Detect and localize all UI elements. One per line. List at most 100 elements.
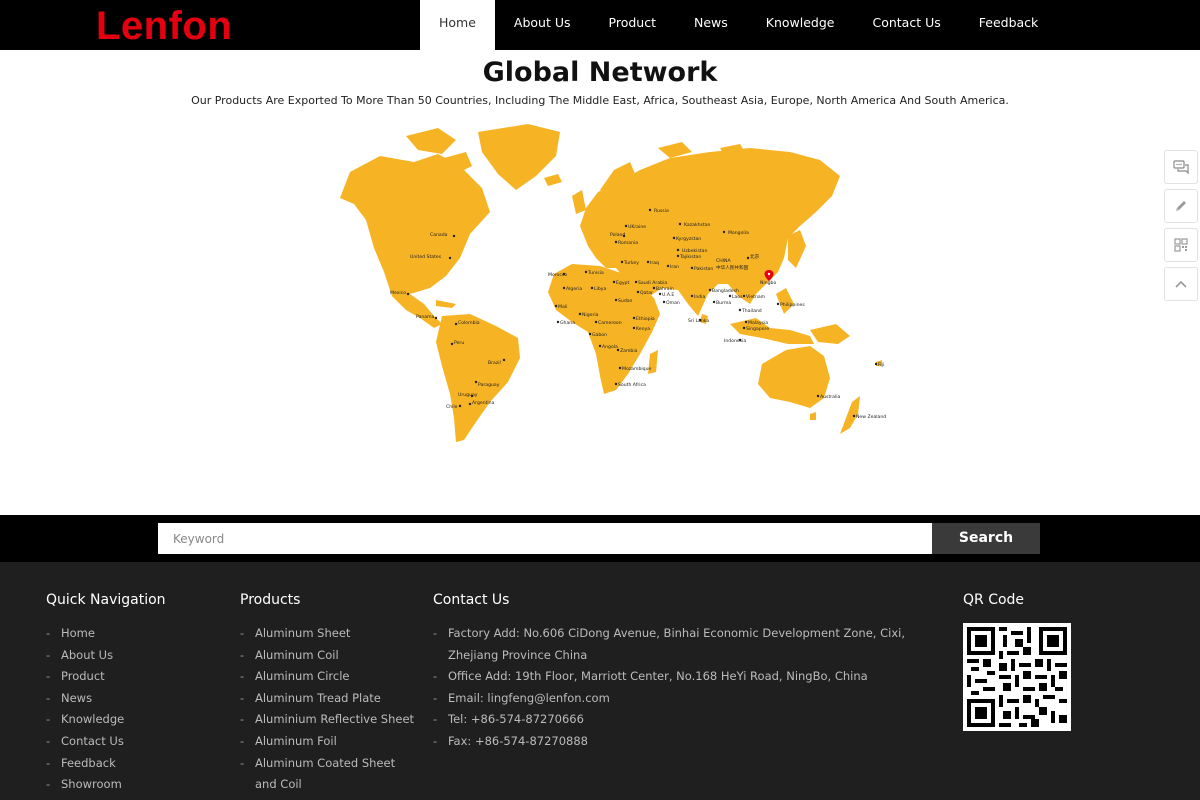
footer-product-item: Aluminum Tread Plate bbox=[240, 688, 420, 710]
map-label-oman: Oman bbox=[666, 300, 680, 306]
map-label-mali: Mali bbox=[558, 304, 567, 310]
map-label-poland: Poland bbox=[610, 232, 625, 238]
map-label-iraq: Iraq bbox=[650, 260, 659, 266]
map-label-brazil: Brazil bbox=[488, 360, 501, 366]
map-landmass bbox=[340, 124, 882, 442]
nav-feedback[interactable]: Feedback bbox=[960, 0, 1058, 50]
footer-contact: Contact Us Factory Add: No.606 CiDong Av… bbox=[433, 591, 943, 753]
search-input[interactable] bbox=[158, 523, 932, 554]
footer-nav-title: Quick Navigation bbox=[46, 592, 166, 608]
footer-nav-item: Product bbox=[46, 666, 226, 688]
map-label-algeria: Algeria bbox=[566, 286, 582, 292]
footer-link-aluminium-reflective-sheet[interactable]: Aluminium Reflective Sheet bbox=[255, 712, 414, 726]
map-label-ghana: Ghana bbox=[560, 320, 575, 326]
footer-nav-item: Feedback bbox=[46, 753, 226, 775]
site-header: Lenfon Home About Us Product News Knowle… bbox=[0, 0, 1200, 50]
nav-product[interactable]: Product bbox=[590, 0, 675, 50]
world-map-svg: Canada United States Mexico Panama Colom… bbox=[340, 124, 886, 442]
map-label-iran: Iran bbox=[670, 264, 679, 270]
nav-home[interactable]: Home bbox=[420, 0, 495, 50]
footer-nav-item: Knowledge bbox=[46, 709, 226, 731]
logo[interactable]: Lenfon bbox=[96, 4, 232, 48]
map-label-china-cn: 中华人民共和国 bbox=[716, 264, 749, 271]
message-button[interactable] bbox=[1164, 150, 1198, 184]
map-label-mongolia: Mongolia bbox=[728, 230, 749, 236]
map-label-saudi-arabia: Saudi Arabia bbox=[638, 280, 667, 286]
page-title: Global Network bbox=[482, 57, 718, 88]
map-label-indonesia: Indonesia bbox=[724, 338, 746, 344]
map-label-ukraine: UKraine bbox=[628, 224, 646, 230]
back-to-top-icon bbox=[1175, 280, 1187, 288]
footer-link-contact-us[interactable]: Contact Us bbox=[61, 734, 124, 748]
map-label-uzbekistan: Uzbekistan bbox=[682, 248, 707, 254]
map-label-nigeria: Nigeria bbox=[582, 312, 599, 318]
edit-button[interactable] bbox=[1164, 189, 1198, 223]
footer-link-knowledge[interactable]: Knowledge bbox=[61, 712, 124, 726]
footer-link-showroom[interactable]: Showroom bbox=[61, 777, 122, 791]
footer-link-aluminum-coated-sheet[interactable]: Aluminum Coated Sheet and Coil bbox=[255, 756, 395, 792]
footer-link-aluminum-sheet[interactable]: Aluminum Sheet bbox=[255, 626, 350, 640]
edit-icon bbox=[1176, 201, 1186, 211]
map-label-beijing: 北京 bbox=[750, 253, 760, 260]
map-label-pakistan: Pakistan bbox=[694, 266, 713, 272]
map-label-egypt: Egypt bbox=[616, 280, 629, 286]
footer-nav-item: Home bbox=[46, 623, 226, 645]
footer-products-title: Products bbox=[240, 592, 301, 608]
footer-link-about-us[interactable]: About Us bbox=[61, 648, 113, 662]
map-label-ethiopia: Ethiopia bbox=[636, 316, 655, 322]
map-label-qatar: Qatar bbox=[640, 290, 653, 296]
map-label-australia: Australia bbox=[820, 394, 841, 400]
footer-link-feedback[interactable]: Feedback bbox=[61, 756, 116, 770]
nav-news[interactable]: News bbox=[675, 0, 747, 50]
map-label-laos: Laos bbox=[732, 294, 743, 300]
map-label-ningbo: Ningbo bbox=[760, 280, 776, 286]
qr-icon bbox=[1174, 238, 1188, 252]
footer-quick-navigation: Quick Navigation Home About Us Product N… bbox=[46, 591, 226, 796]
contact-office-address: Office Add: 19th Floor, Marriott Center,… bbox=[433, 666, 943, 688]
map-label-turkey: Turkey bbox=[623, 260, 639, 266]
map-label-gabon: Gabon bbox=[592, 332, 607, 338]
footer-qr: QR Code bbox=[963, 591, 1103, 731]
footer-product-item: Aluminum Sheet bbox=[240, 623, 420, 645]
contact-fax: Fax: +86-574-87270888 bbox=[433, 731, 943, 753]
map-label-china: CHINA bbox=[716, 258, 731, 264]
map-label-kyrgyzstan: Kyrgyzstan bbox=[676, 236, 701, 242]
map-label-sudan: Sudan bbox=[618, 298, 633, 304]
nav-about-us[interactable]: About Us bbox=[495, 0, 590, 50]
map-label-cameroon: Cameroon bbox=[598, 320, 622, 326]
footer-link-aluminum-coil[interactable]: Aluminum Coil bbox=[255, 648, 339, 662]
footer-link-aluminum-tread-plate[interactable]: Aluminum Tread Plate bbox=[255, 691, 381, 705]
map-label-colombia: Colombia bbox=[458, 320, 480, 326]
map-label-romania: Romania bbox=[618, 240, 638, 246]
main-nav: Home About Us Product News Knowledge Con… bbox=[420, 0, 1057, 50]
map-label-south-africa: South Africa bbox=[618, 382, 646, 388]
contact-email[interactable]: Email: lingfeng@lenfon.com bbox=[433, 688, 943, 710]
footer-nav-item: Showroom bbox=[46, 774, 226, 796]
footer-link-home[interactable]: Home bbox=[61, 626, 95, 640]
map-label-singapore: Singapore bbox=[746, 326, 769, 332]
map-label-mexico: Mexico bbox=[390, 290, 406, 296]
map-label-fiji: Fiji bbox=[878, 362, 884, 368]
search-button[interactable]: Search bbox=[932, 523, 1040, 554]
footer-link-aluminum-foil[interactable]: Aluminum Foil bbox=[255, 734, 337, 748]
footer-product-item: Aluminum Foil bbox=[240, 731, 420, 753]
footer-nav-item: News bbox=[46, 688, 226, 710]
footer-product-item: Aluminum Coated Sheet and Coil bbox=[240, 753, 420, 796]
map-label-russia: Russia bbox=[654, 208, 669, 214]
footer-link-aluminum-circle[interactable]: Aluminum Circle bbox=[255, 669, 349, 683]
nav-knowledge[interactable]: Knowledge bbox=[747, 0, 854, 50]
footer-link-product[interactable]: Product bbox=[61, 669, 105, 683]
map-label-peru: Peru bbox=[454, 340, 464, 346]
nav-contact-us[interactable]: Contact Us bbox=[853, 0, 959, 50]
back-to-top-button[interactable] bbox=[1164, 267, 1198, 301]
map-label-uruguay: Uruguay bbox=[458, 392, 478, 398]
map-label-uae: U.A.E bbox=[662, 292, 674, 298]
qr-button[interactable] bbox=[1164, 228, 1198, 262]
map-label-zambia: Zambia bbox=[620, 348, 638, 354]
floating-toolbar bbox=[1164, 150, 1198, 306]
footer-link-news[interactable]: News bbox=[61, 691, 92, 705]
world-map: Canada United States Mexico Panama Colom… bbox=[310, 118, 910, 448]
footer-nav-item: About Us bbox=[46, 645, 226, 667]
map-label-new-zealand: New Zealand bbox=[856, 414, 886, 420]
map-label-malaysia: Malaysia bbox=[748, 320, 768, 326]
